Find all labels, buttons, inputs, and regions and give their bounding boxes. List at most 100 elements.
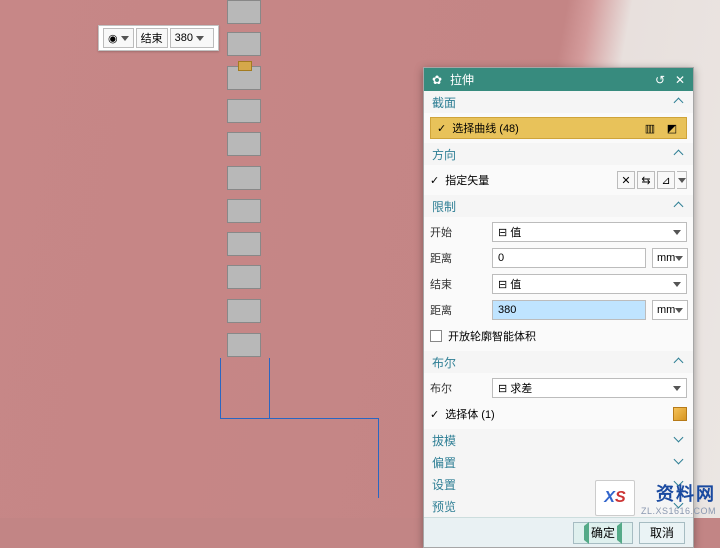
watermark-main-text: 资料网 [656, 480, 716, 506]
section-boolean-label: 布尔 [432, 354, 456, 371]
chevron-down-icon [675, 457, 685, 467]
model-block[interactable] [227, 333, 261, 357]
select-body-label: 选择体 (1) [445, 406, 495, 422]
select-curve-row[interactable]: ✓ 选择曲线 (48) ▥ ◩ [430, 117, 687, 139]
watermark-logo: XS [595, 480, 635, 516]
vector-iconset: ✕ ⇆ ⊿ [617, 171, 687, 189]
close-icon[interactable]: ✕ [673, 73, 687, 87]
section-body-limit: 开始 ⊟ 值 距离 mm 结束 ⊟ 值 距离 mm 开放轮廓智能体积 [424, 217, 693, 351]
toolbar-icon-slot[interactable]: ◉ [103, 28, 134, 48]
end-mode-select[interactable]: ⊟ 值 [492, 274, 687, 294]
curve-icon[interactable]: ◩ [664, 120, 680, 136]
section-body-boolean: 布尔 ⊟ 求差 ✓ 选择体 (1) [424, 373, 693, 429]
body-icon[interactable] [673, 407, 687, 421]
vector-more-icon[interactable] [677, 171, 687, 189]
start-distance-label: 距离 [430, 250, 486, 266]
unit-text: mm [657, 304, 675, 316]
vector-pick-icon[interactable]: ✕ [617, 171, 635, 189]
chevron-up-icon [675, 97, 685, 107]
end-label: 结束 [430, 276, 486, 292]
section-header-profile[interactable]: 截面 [424, 91, 693, 113]
chevron-down-icon [675, 256, 683, 261]
section-draft-label: 拔模 [432, 432, 456, 449]
section-header-direction[interactable]: 方向 [424, 143, 693, 165]
model-block[interactable] [227, 265, 261, 289]
chevron-down-icon [675, 308, 683, 313]
select-body-row[interactable]: ✓ 选择体 (1) [430, 403, 687, 425]
watermark-sub-text: ZL.XS1616.COM [641, 506, 716, 516]
apply-arrow-icon [617, 522, 622, 544]
vector-reverse-icon[interactable]: ⇆ [637, 171, 655, 189]
section-preview-label: 预览 [432, 498, 456, 515]
undo-icon[interactable]: ↺ [653, 73, 667, 87]
dialog-titlebar[interactable]: ✿ 拉伸 ↺ ✕ [424, 68, 693, 91]
chevron-down-icon [673, 230, 681, 235]
section-header-boolean[interactable]: 布尔 [424, 351, 693, 373]
model-block[interactable] [227, 99, 261, 123]
section-profile-label: 截面 [432, 94, 456, 111]
chevron-down-icon [673, 282, 681, 287]
boolean-mode-row: 布尔 ⊟ 求差 [430, 377, 687, 399]
toolbar-param-label[interactable]: 结束 [136, 28, 168, 48]
section-limit-label: 限制 [432, 198, 456, 215]
specify-vector-label: 指定矢量 [445, 172, 489, 188]
dimension-line-h1 [220, 418, 378, 419]
value-mode-icon: ⊟ [498, 227, 507, 239]
model-block[interactable] [227, 232, 261, 256]
floating-param-toolbar[interactable]: ◉ 结束 380 [98, 25, 219, 51]
dimension-line-v1 [220, 358, 221, 418]
chevron-up-icon [675, 357, 685, 367]
apply-arrow-icon [584, 522, 589, 544]
selection-marker [238, 61, 252, 71]
start-mode-select[interactable]: ⊟ 值 [492, 222, 687, 242]
sketch-icon[interactable]: ▥ [642, 120, 658, 136]
gear-icon[interactable]: ✿ [430, 73, 444, 87]
check-icon: ✓ [430, 408, 439, 421]
open-profile-checkbox[interactable] [430, 330, 442, 342]
dialog-footer: 确定 取消 [424, 517, 693, 547]
model-block[interactable] [227, 0, 261, 24]
model-block[interactable] [227, 166, 261, 190]
chevron-down-icon [121, 36, 129, 41]
boolean-mode-text: 求差 [510, 383, 532, 395]
start-distance-unit[interactable]: mm [652, 248, 688, 268]
model-block[interactable] [227, 132, 261, 156]
section-settings-label: 设置 [432, 476, 456, 493]
chevron-down-icon [678, 178, 686, 183]
dimension-line-v3 [378, 418, 379, 498]
model-block[interactable] [227, 32, 261, 56]
end-mode-text: 值 [510, 279, 521, 291]
open-profile-row[interactable]: 开放轮廓智能体积 [430, 325, 687, 347]
check-icon: ✓ [437, 122, 446, 135]
specify-vector-row: ✓ 指定矢量 ✕ ⇆ ⊿ [430, 169, 687, 191]
section-header-draft[interactable]: 拔模 [424, 429, 693, 451]
cancel-button[interactable]: 取消 [639, 522, 685, 544]
end-distance-input[interactable] [492, 300, 646, 320]
select-curve-label: 选择曲线 (48) [452, 120, 519, 136]
unit-text: mm [657, 252, 675, 264]
vector-axis-icon[interactable]: ⊿ [657, 171, 675, 189]
section-header-offset[interactable]: 偏置 [424, 451, 693, 473]
end-distance-unit[interactable]: mm [652, 300, 688, 320]
chevron-up-icon [675, 149, 685, 159]
check-icon: ✓ [430, 174, 439, 187]
section-body-profile: ✓ 选择曲线 (48) ▥ ◩ [424, 113, 693, 143]
model-block[interactable] [227, 199, 261, 223]
param-value-text: 380 [175, 32, 193, 44]
end-distance-row: 距离 mm [430, 299, 687, 321]
boolean-mode-select[interactable]: ⊟ 求差 [492, 378, 687, 398]
chevron-down-icon [675, 435, 685, 445]
model-block[interactable] [227, 299, 261, 323]
start-distance-input[interactable] [492, 248, 646, 268]
start-mode-text: 值 [510, 227, 521, 239]
end-distance-label: 距离 [430, 302, 486, 318]
start-distance-row: 距离 mm [430, 247, 687, 269]
section-header-limit[interactable]: 限制 [424, 195, 693, 217]
lock-icon: ◉ [108, 32, 118, 45]
toolbar-param-value[interactable]: 380 [170, 28, 214, 48]
dialog-title-text: 拉伸 [450, 71, 474, 88]
chevron-down-icon [196, 36, 204, 41]
section-offset-label: 偏置 [432, 454, 456, 471]
ok-button[interactable]: 确定 [573, 522, 633, 544]
extrude-dialog: ✿ 拉伸 ↺ ✕ 截面 ✓ 选择曲线 (48) ▥ ◩ 方向 ✓ 指定矢量 ✕ … [423, 67, 694, 548]
